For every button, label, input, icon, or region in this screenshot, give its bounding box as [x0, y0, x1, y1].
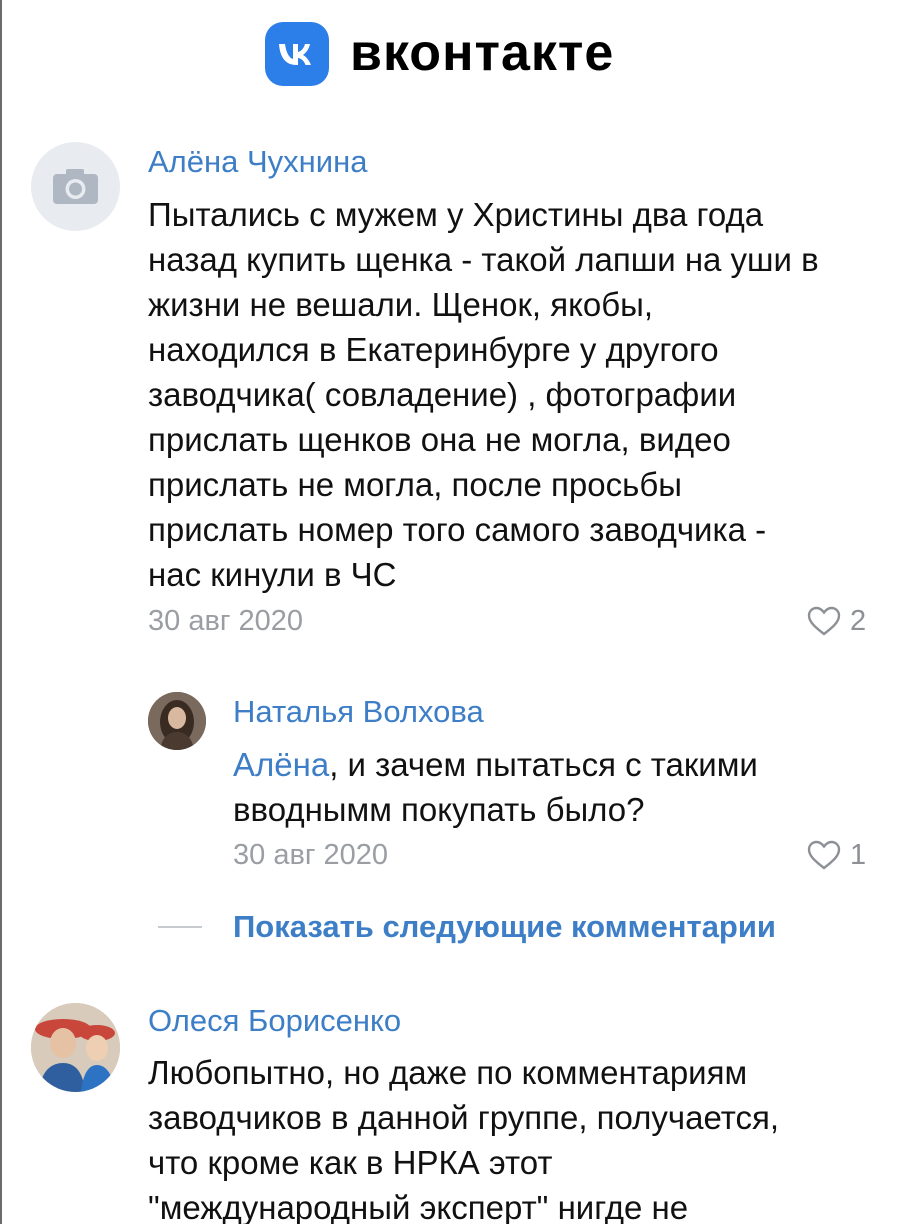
- left-border: [0, 0, 2, 1224]
- comment-text-line: заводчика( совладение) , фотографии: [148, 376, 737, 413]
- avatar[interactable]: [31, 142, 120, 231]
- heart-icon: [807, 606, 841, 636]
- comment-text-line: "международный эксперт" нигде не: [148, 1189, 689, 1224]
- comment-text-line: жизни не вешали. Щенок, якобы,: [148, 286, 654, 323]
- comment-author[interactable]: Алёна Чухнина: [148, 142, 367, 182]
- comment-text-line: прислать не могла, после просьбы: [148, 466, 682, 503]
- comment-text-line: что кроме как в НРКА этот: [148, 1144, 553, 1181]
- avatar[interactable]: [148, 692, 206, 750]
- comment-author[interactable]: Наталья Волхова: [233, 692, 484, 732]
- vk-logo-icon[interactable]: [265, 22, 329, 86]
- camera-icon: [53, 169, 98, 204]
- comment-text-line: вводнымм покупать было?: [233, 791, 645, 828]
- mention-link[interactable]: Алёна: [233, 746, 329, 783]
- comment-text-line: Алёна, и зачем пытаться с такими: [233, 742, 758, 787]
- show-more-comments-link[interactable]: Показать следующие комментарии: [233, 907, 776, 947]
- avatar[interactable]: [31, 1003, 120, 1092]
- comment-text-line: нас кинули в ЧС: [148, 556, 397, 593]
- comment-date[interactable]: 30 авг 2020: [233, 837, 388, 873]
- show-more-row: Показать следующие комментарии: [0, 905, 900, 949]
- user-photo-icon: [31, 1003, 120, 1092]
- comment-text-segment: , и зачем пытаться с такими: [329, 746, 758, 783]
- comment-text-line: прислать номер того самого заводчика -: [148, 511, 767, 548]
- comment-text: Пытались с мужем у Христины два года наз…: [148, 192, 819, 597]
- page: вконтакте Алёна Чухнина Пытались с мужем…: [0, 0, 900, 1224]
- comment-text: Алёна, и зачем пытаться с такими вводным…: [233, 742, 758, 832]
- heart-icon: [807, 840, 841, 870]
- comment-text-line: Пытались с мужем у Христины два года: [148, 196, 764, 233]
- comment-author[interactable]: Олеся Борисенко: [148, 1001, 401, 1041]
- like-button[interactable]: 1: [806, 837, 866, 873]
- like-count: 1: [850, 839, 867, 871]
- like-button[interactable]: 2: [806, 603, 866, 639]
- comment-text-line: прислать щенков она не могла, видео: [148, 421, 731, 458]
- comment-date[interactable]: 30 авг 2020: [148, 603, 303, 639]
- comment-text-line: Любопытно, но даже по комментариям: [148, 1054, 748, 1091]
- header: вконтакте: [0, 18, 900, 88]
- comment-text-line: назад купить щенка - такой лапши на уши …: [148, 241, 819, 278]
- comment-text-line: заводчиков в данной группе, получается,: [148, 1099, 780, 1136]
- like-count: 2: [850, 605, 867, 637]
- divider: [158, 926, 202, 928]
- comment-text: Любопытно, но даже по комментариям завод…: [148, 1050, 779, 1224]
- comment-text-line: находился в Екатеринбурге у другого: [148, 331, 719, 368]
- brand-name: вконтакте: [350, 24, 615, 82]
- user-photo-icon: [148, 692, 206, 750]
